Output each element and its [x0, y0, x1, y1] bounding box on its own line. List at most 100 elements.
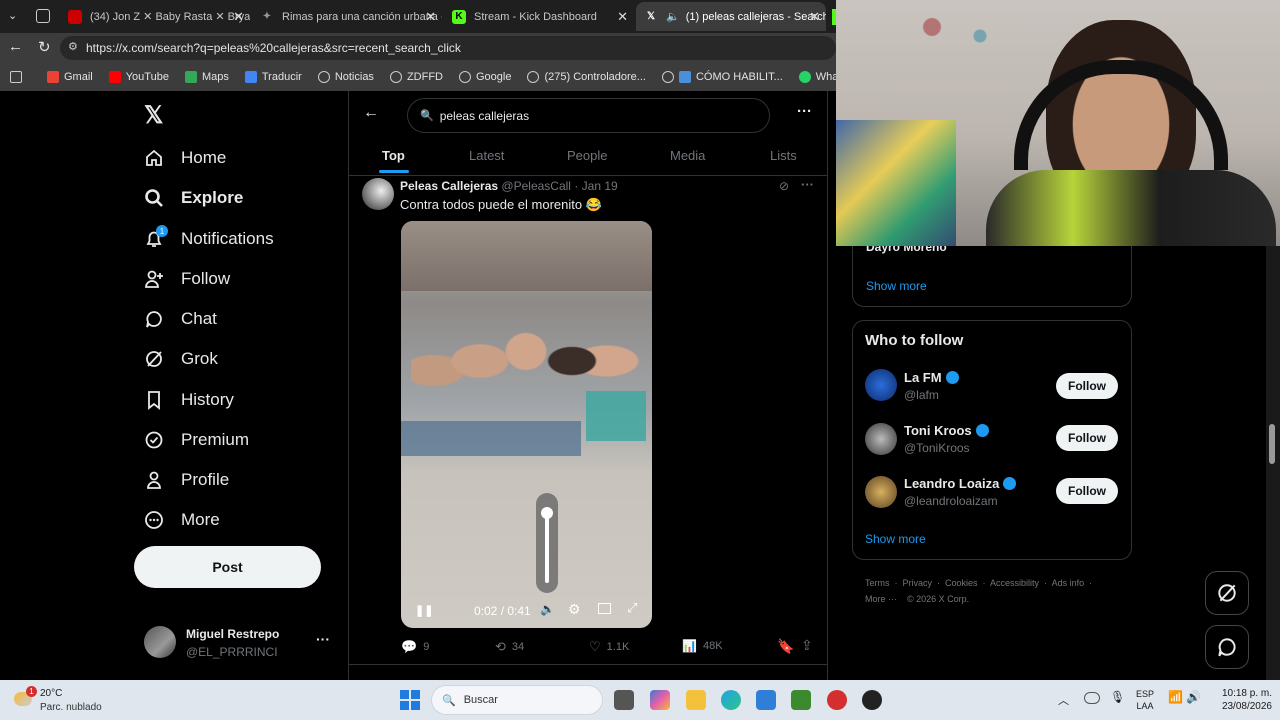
close-tab-icon[interactable]: ✕	[809, 9, 820, 25]
footer-terms[interactable]: Terms	[865, 578, 890, 588]
bookmark-gmail[interactable]: Gmail	[47, 71, 93, 83]
reply-action[interactable]: 💬 9	[401, 639, 429, 655]
bookmarks-apps-icon[interactable]	[10, 71, 27, 83]
bookmark-controladores[interactable]: (275) Controladore...	[527, 71, 646, 83]
nav-notifications[interactable]: 1 Notifications	[144, 225, 274, 249]
search-options-dots[interactable]: ···	[797, 103, 812, 120]
account-name[interactable]: Leandro Loaiza	[904, 476, 1017, 491]
bookmark-icon[interactable]: 🔖	[777, 638, 794, 655]
footer-ads-info[interactable]: Ads info	[1052, 578, 1085, 588]
post-button[interactable]: Post	[134, 546, 321, 588]
show-more-link[interactable]: Show more	[866, 279, 927, 293]
account-handle[interactable]: @lafm	[904, 388, 939, 402]
task-view-icon[interactable]	[614, 690, 634, 710]
bookmark-como-habilitar[interactable]: CÓMO HABILIT...	[661, 71, 783, 83]
tray-overflow-icon[interactable]: ︿	[1058, 692, 1069, 708]
account-switcher[interactable]: Miguel Restrepo @EL_PRRRINCI ···	[140, 621, 340, 665]
close-tab-icon[interactable]: ✕	[425, 9, 436, 25]
onedrive-icon[interactable]	[1084, 692, 1100, 704]
footer-more[interactable]: More ···	[865, 594, 897, 604]
edge-icon[interactable]	[721, 690, 741, 710]
share-icon[interactable]: ⇪	[801, 637, 813, 654]
copilot-icon[interactable]	[650, 690, 670, 710]
avatar-leandroloaiza[interactable]	[865, 476, 897, 508]
nav-grok[interactable]: Grok	[144, 349, 218, 369]
speaker-icon[interactable]: 🔈	[666, 10, 680, 23]
picture-in-picture-icon[interactable]	[598, 603, 611, 614]
account-name[interactable]: La FM	[904, 370, 959, 385]
back-arrow-icon[interactable]: ←	[363, 104, 379, 122]
x-logo-icon[interactable]: 𝕏	[144, 101, 163, 130]
tweet-avatar[interactable]	[362, 178, 394, 210]
wifi-icon[interactable]: 📶	[1168, 690, 1183, 704]
tab-search-icon[interactable]: ⌄	[8, 9, 24, 25]
nav-more[interactable]: More	[144, 510, 220, 530]
microphone-icon[interactable]: 🎙	[1110, 690, 1125, 704]
grok-floating-button[interactable]	[1205, 571, 1249, 615]
account-handle[interactable]: @leandroloaizam	[904, 494, 998, 508]
show-more-link[interactable]: Show more	[865, 532, 926, 546]
nav-home[interactable]: Home	[144, 148, 226, 168]
volume-icon[interactable]: 🔈	[540, 602, 555, 616]
close-tab-icon[interactable]: ✕	[617, 9, 628, 25]
nav-premium[interactable]: Premium	[144, 430, 249, 450]
account-more-dots[interactable]: ···	[316, 631, 330, 647]
tab-latest[interactable]: Latest	[469, 148, 504, 163]
reload-icon[interactable]: ↻	[38, 38, 51, 56]
browser-tab[interactable]: K Stream - Kick Dashboard ✕	[444, 2, 634, 31]
tweet-date[interactable]: · Jan 19	[574, 179, 617, 193]
close-tab-icon[interactable]: ✕	[233, 9, 244, 25]
scrollbar-thumb[interactable]	[1269, 424, 1275, 464]
nav-history[interactable]: History	[144, 390, 234, 410]
grok-icon[interactable]: ⊘	[779, 179, 789, 193]
file-explorer-icon[interactable]	[686, 690, 706, 710]
footer-privacy[interactable]: Privacy	[903, 578, 933, 588]
fullscreen-icon[interactable]: ⤢	[627, 600, 637, 616]
tab-top[interactable]: Top	[382, 148, 405, 163]
bookmark-maps[interactable]: Maps	[184, 71, 229, 83]
clock[interactable]: 10:18 p. m. 23/08/2026	[1212, 687, 1272, 713]
like-action[interactable]: ♡ 1.1K	[589, 639, 629, 655]
volume-thumb[interactable]	[541, 507, 553, 519]
tweet-more-dots[interactable]: ···	[801, 177, 814, 192]
avatar-lafm[interactable]	[865, 369, 897, 401]
avatar-tonikroos[interactable]	[865, 423, 897, 455]
site-info-icon[interactable]: ⚙	[68, 40, 78, 53]
footer-cookies[interactable]: Cookies	[945, 578, 978, 588]
volume-slider[interactable]	[536, 493, 558, 593]
pause-icon[interactable]: ❚❚	[415, 604, 433, 617]
tab-lists[interactable]: Lists	[770, 148, 797, 163]
lang-indicator[interactable]: ESP LAA	[1136, 688, 1154, 712]
weather-widget[interactable]: 1 20°C Parc. nublado	[10, 684, 130, 716]
taskbar-search[interactable]: 🔍 Buscar	[431, 685, 603, 715]
workspaces-icon[interactable]	[36, 9, 50, 23]
tab-people[interactable]: People	[567, 148, 607, 163]
url-input[interactable]: ⚙ https://x.com/search?q=peleas%20callej…	[60, 36, 836, 60]
store-icon[interactable]	[756, 690, 776, 710]
account-name[interactable]: Toni Kroos	[904, 423, 989, 438]
bookmark-google[interactable]: Google	[458, 71, 511, 83]
search-input[interactable]: 🔍 peleas callejeras	[407, 98, 770, 133]
browser-tab-active[interactable]: 𝕏 🔈 (1) peleas callejeras - Search / ✕	[636, 2, 826, 31]
repost-action[interactable]: ⟲ 34	[495, 639, 524, 655]
opera-icon[interactable]	[827, 690, 847, 710]
bookmark-youtube[interactable]: YouTube	[108, 71, 169, 83]
tweet-video[interactable]: ❚❚ 0:02 / 0:41 🔈 ⚙ ⤢	[401, 221, 652, 628]
browser-tab[interactable]: ✦ Rimas para una canción urbana - ✕	[252, 2, 442, 31]
nav-explore[interactable]: Explore	[144, 188, 243, 208]
chat-floating-button[interactable]	[1205, 625, 1249, 669]
speaker-icon[interactable]: 🔊	[1186, 690, 1201, 704]
follow-button[interactable]: Follow	[1056, 425, 1118, 451]
tab-media[interactable]: Media	[670, 148, 705, 163]
bookmark-zdffd[interactable]: ZDFFD	[389, 71, 443, 83]
footer-accessibility[interactable]: Accessibility	[990, 578, 1039, 588]
minecraft-icon[interactable]	[791, 690, 811, 710]
follow-button[interactable]: Follow	[1056, 478, 1118, 504]
nav-profile[interactable]: Profile	[144, 470, 229, 490]
bookmark-translate[interactable]: Traducir	[244, 71, 302, 83]
tweet-handle[interactable]: @PeleasCall	[501, 179, 571, 193]
views-action[interactable]: 📊 48K	[682, 639, 723, 653]
account-handle[interactable]: @ToniKroos	[904, 441, 970, 455]
settings-gear-icon[interactable]: ⚙	[568, 601, 581, 618]
back-arrow-icon[interactable]: ←	[8, 38, 23, 55]
